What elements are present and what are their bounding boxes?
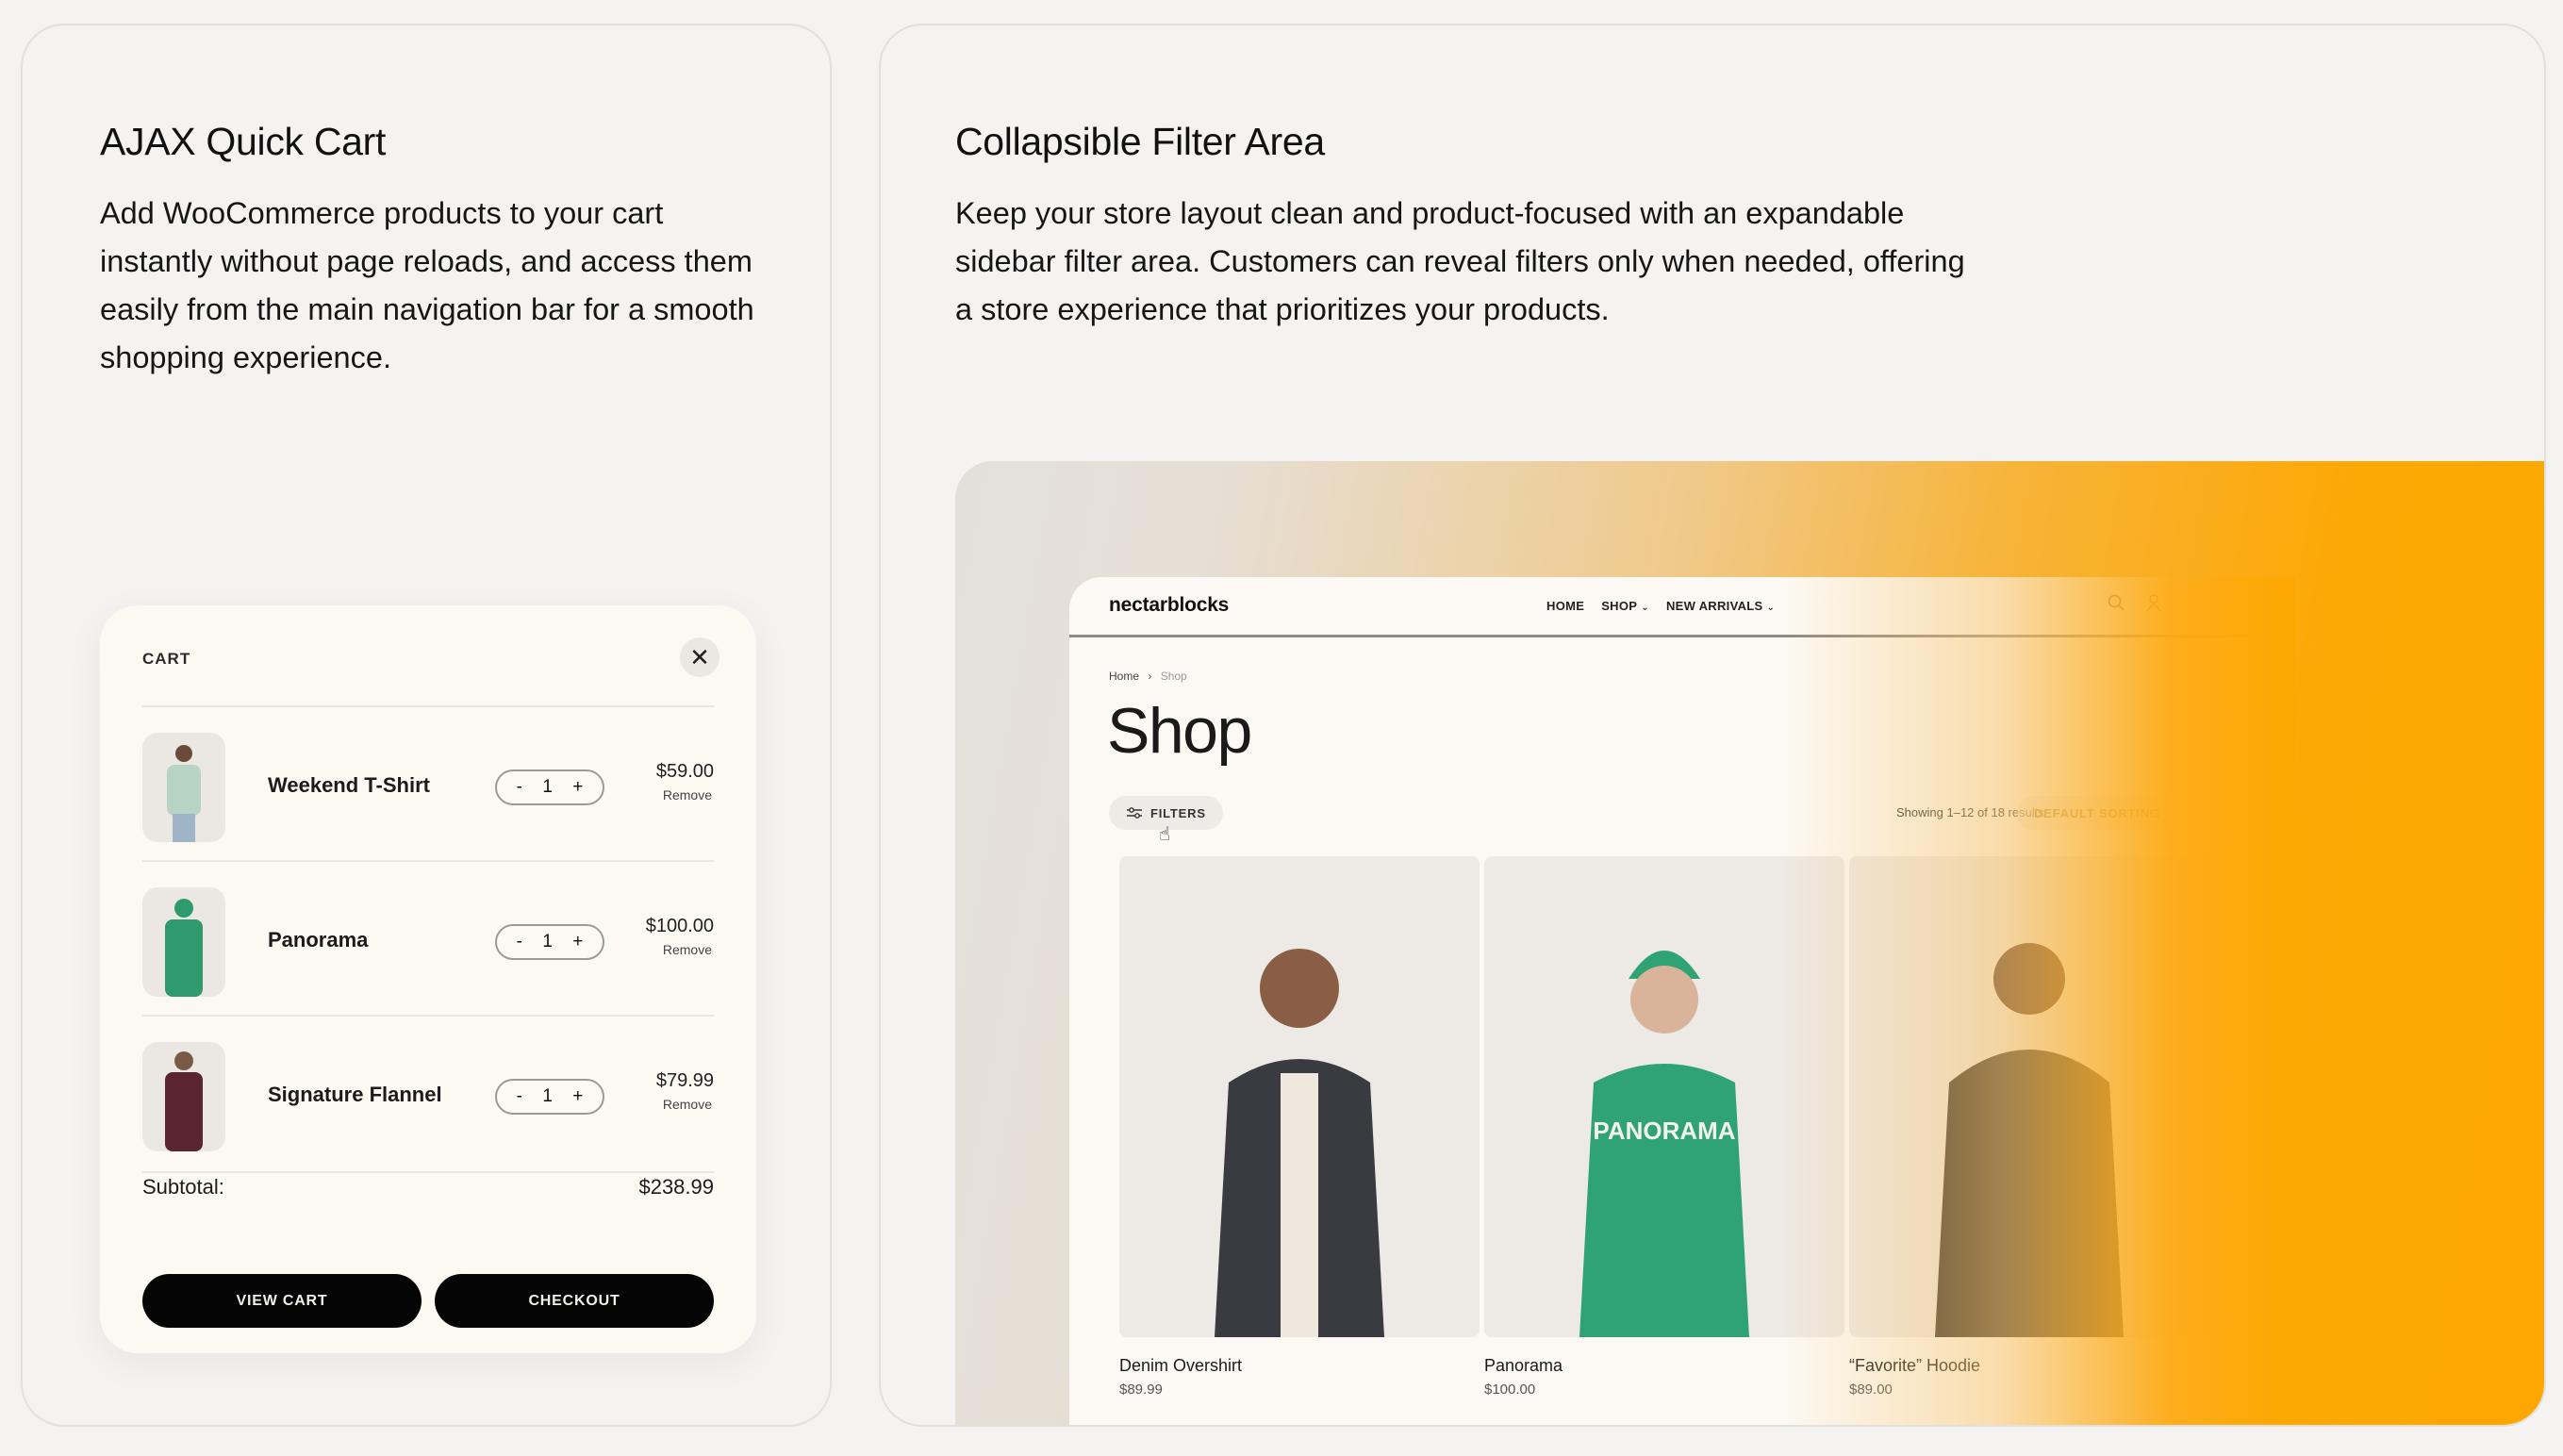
person-figure-icon [1935,943,2124,1337]
quantity-value[interactable]: 1 [542,1086,553,1107]
cart-title: CART [142,650,191,668]
item-price: $59.00 [655,761,714,782]
nav-item-shop[interactable]: SHOP ⌄ [1601,599,1649,613]
person-figure-icon [1215,949,1384,1337]
nav-label: HOME [1546,599,1585,613]
sliders-icon [1127,807,1142,819]
person-figure-icon [165,899,203,997]
product-image[interactable] [1119,856,1480,1337]
product-image[interactable] [1849,856,2209,1337]
product-image[interactable]: PANORAMA [1484,856,1844,1337]
cart-header: CART ✕ [142,605,719,707]
item-name: Signature Flannel [268,1083,442,1106]
panel-description: Keep your store layout clean and product… [955,196,1965,326]
product-card[interactable]: “Favorite” Hoodie $89.00 [1849,856,2209,1398]
product-price: $89.00 [1849,1382,1893,1398]
store-menu: HOME SHOP ⌄ NEW ARRIVALS ⌄ [1546,599,1775,613]
subtotal-row: Subtotal: $238.99 [142,1175,714,1200]
decrement-button[interactable]: - [517,932,522,952]
cart-item: Weekend T-Shirt - 1 + $59.00 Remove [142,707,714,862]
remove-link[interactable]: Remove [663,1097,712,1112]
svg-text:PANORAMA: PANORAMA [1593,1117,1735,1145]
quantity-stepper[interactable]: - 1 + [495,1079,604,1115]
filters-label: FILTERS [1150,805,1206,820]
page-title: Shop [1107,695,1252,767]
checkout-button[interactable]: CHECKOUT [435,1274,714,1328]
sorting-label: DEFAULT SORTING [2034,805,2160,820]
product-price: $100.00 [1484,1382,1536,1398]
breadcrumb-separator: › [1148,670,1152,683]
chevron-down-icon: ⌄ [1766,603,1776,613]
user-icon[interactable] [2144,593,2163,618]
chevron-down-icon: ⌄ [1641,603,1649,613]
subtotal-label: Subtotal: [142,1175,224,1199]
panel-title: Collapsible Filter Area [955,120,1325,163]
quantity-stepper[interactable]: - 1 + [495,924,604,960]
store-navbar: nectarblocks HOME SHOP ⌄ NEW ARRIVALS ⌄ [1069,577,2295,637]
store-nav-icons [2107,593,2163,618]
breadcrumb-current: Shop [1160,670,1187,683]
decrement-button[interactable]: - [517,777,522,798]
item-name: Weekend T-Shirt [268,773,430,797]
item-price: $79.99 [655,1070,714,1091]
store-logo[interactable]: nectarblocks [1109,594,1229,617]
ajax-quick-cart-panel: AJAX Quick Cart Add WooCommerce products… [21,24,832,1427]
nav-item-home[interactable]: HOME [1546,599,1584,613]
increment-button[interactable]: + [572,932,583,952]
nav-label: NEW ARRIVALS [1665,599,1763,613]
store-preview: nectarblocks HOME SHOP ⌄ NEW ARRIVALS ⌄ Ho… [1069,577,2295,1425]
product-card[interactable]: Denim Overshirt $89.99 [1119,856,1480,1398]
product-thumbnail [142,1042,225,1151]
close-icon: ✕ [689,642,710,671]
panel-description: Add WooCommerce products to your cart in… [100,196,754,374]
cart-item: Signature Flannel - 1 + $79.99 Remove [142,1017,714,1173]
breadcrumb-home[interactable]: Home [1109,670,1139,683]
breadcrumb: Home › Shop [1109,670,1187,683]
product-name[interactable]: Denim Overshirt [1119,1356,1480,1376]
product-thumbnail [142,887,225,997]
cart-item: Panorama - 1 + $100.00 Remove [142,862,714,1017]
person-figure-icon [165,1051,203,1151]
remove-link[interactable]: Remove [663,942,712,957]
item-name: Panorama [268,928,369,951]
store-preview-showcase: nectarblocks HOME SHOP ⌄ NEW ARRIVALS ⌄ Ho… [955,461,2544,1425]
product-name[interactable]: Panorama [1484,1356,1844,1376]
panel-title: AJAX Quick Cart [100,120,387,163]
product-price: $89.99 [1119,1382,1163,1398]
quantity-value[interactable]: 1 [542,777,553,798]
hand-cursor-icon: ☝ [1159,824,1171,845]
product-thumbnail [142,733,225,842]
quantity-stepper[interactable]: - 1 + [495,769,604,805]
close-cart-button[interactable]: ✕ [680,637,719,677]
search-icon[interactable] [2107,593,2125,618]
decrement-button[interactable]: - [517,1086,522,1107]
subtotal-value: $238.99 [638,1175,714,1199]
person-figure-icon: PANORAMA [1579,951,1749,1337]
person-figure-icon [167,745,201,842]
increment-button[interactable]: + [572,1086,583,1107]
increment-button[interactable]: + [572,777,583,798]
view-cart-button[interactable]: VIEW CART [142,1274,422,1328]
quantity-value[interactable]: 1 [542,932,553,952]
nav-item-new-arrivals[interactable]: NEW ARRIVALS ⌄ [1666,599,1775,613]
remove-link[interactable]: Remove [663,787,712,802]
collapsible-filter-panel: Collapsible Filter Area Keep your store … [879,24,2546,1427]
item-price: $100.00 [645,916,714,936]
cart-drawer: CART ✕ Weekend T-Shirt - 1 + $59.00 Remo… [100,605,756,1353]
sorting-dropdown[interactable]: DEFAULT SORTING [2017,796,2177,830]
product-card[interactable]: PANORAMA Panorama $100.00 [1484,856,1844,1398]
product-name[interactable]: “Favorite” Hoodie [1849,1356,2209,1376]
nav-label: SHOP [1601,599,1638,613]
